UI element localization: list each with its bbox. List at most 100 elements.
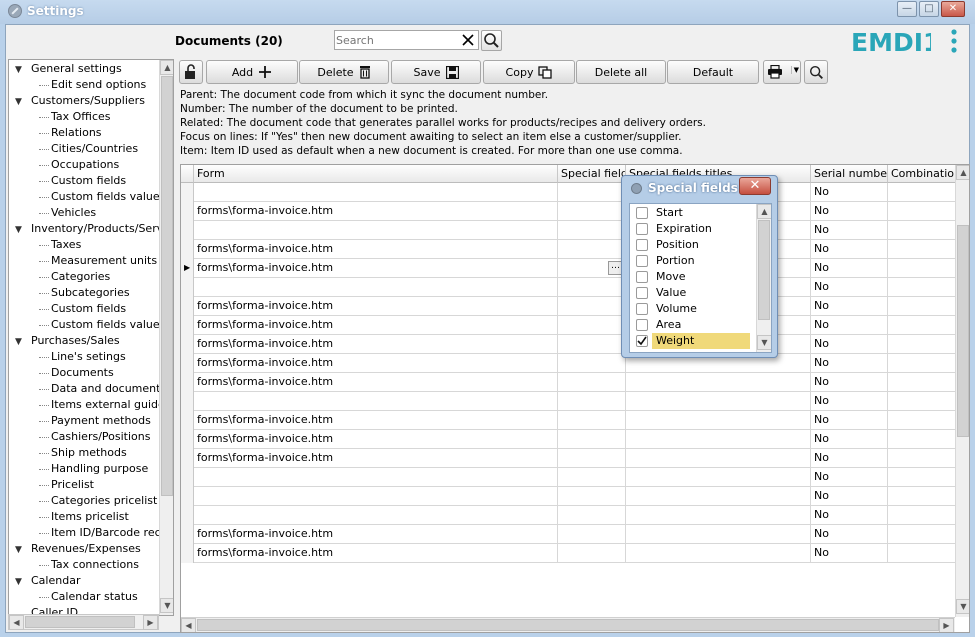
expand-caret-icon[interactable]: ▼ [15,62,22,78]
checkbox-icon[interactable] [636,319,648,331]
table-cell[interactable]: No [811,221,888,240]
table-row[interactable]: forms\forma-invoice.htm No [181,544,956,563]
table-cell[interactable]: forms\forma-invoice.htm [194,373,558,392]
scroll-left-icon[interactable]: ◀ [9,615,24,630]
table-cell[interactable]: forms\forma-invoice.htm [194,544,558,563]
scroll-down-icon[interactable]: ▼ [160,598,173,613]
table-cell[interactable] [558,221,626,240]
table-cell[interactable]: forms\forma-invoice.htm [194,411,558,430]
table-cell[interactable] [888,449,956,468]
popup-scroll-thumb[interactable] [758,220,770,320]
scroll-right-icon[interactable]: ▶ [143,615,158,630]
expand-caret-icon[interactable]: ▼ [15,94,22,110]
row-selector[interactable] [181,316,194,335]
table-cell[interactable] [194,278,558,297]
expand-caret-icon[interactable]: ▼ [15,542,22,558]
row-selector[interactable] [181,392,194,411]
row-selector[interactable] [181,468,194,487]
table-row[interactable]: ▶ forms\forma-invoice.htm… No [181,259,956,278]
table-row[interactable]: No [181,468,956,487]
table-cell[interactable] [888,373,956,392]
table-cell[interactable] [888,430,956,449]
table-cell[interactable] [626,430,811,449]
table-row[interactable]: No [181,392,956,411]
table-cell[interactable] [558,411,626,430]
grid-vertical-scrollbar[interactable]: ▲ ▼ [955,165,969,617]
special-field-option[interactable]: Weight [630,333,755,349]
column-header-form[interactable]: Form [194,165,558,183]
table-cell[interactable] [888,487,956,506]
more-options-icon[interactable] [948,28,960,54]
table-cell[interactable]: No [811,449,888,468]
table-row[interactable]: forms\forma-invoice.htm No [181,354,956,373]
search-button[interactable] [481,30,502,51]
scroll-up-icon[interactable]: ▲ [160,60,173,75]
table-cell[interactable] [888,392,956,411]
grid-horizontal-scrollbar[interactable]: ◀ ▶ [181,617,955,632]
table-cell[interactable]: No [811,468,888,487]
table-cell[interactable] [558,544,626,563]
table-cell[interactable] [888,297,956,316]
table-cell[interactable] [558,468,626,487]
close-window-button[interactable]: ✕ [941,1,965,17]
table-cell[interactable]: forms\forma-invoice.htm [194,354,558,373]
table-cell[interactable]: forms\forma-invoice.htm [194,297,558,316]
expand-caret-icon[interactable]: ▼ [15,222,22,238]
table-cell[interactable]: forms\forma-invoice.htm [194,240,558,259]
grid-hscroll-thumb[interactable] [197,619,939,631]
table-cell[interactable] [558,449,626,468]
table-cell[interactable] [558,525,626,544]
table-cell[interactable] [626,373,811,392]
table-row[interactable]: forms\forma-invoice.htm No [181,373,956,392]
table-cell[interactable] [194,506,558,525]
table-cell[interactable] [626,411,811,430]
tree-hscroll-thumb[interactable] [25,616,135,628]
checkbox-icon[interactable] [636,255,648,267]
row-selector[interactable] [181,335,194,354]
table-cell[interactable] [558,316,626,335]
row-selector[interactable] [181,487,194,506]
table-row[interactable]: No [181,278,956,297]
row-selector[interactable]: ▶ [181,259,194,278]
table-cell[interactable] [626,525,811,544]
special-field-option[interactable]: Volume [630,301,755,317]
table-cell[interactable]: No [811,278,888,297]
chevron-down-icon[interactable]: ▼ [790,66,799,74]
table-cell[interactable] [558,392,626,411]
row-selector[interactable] [181,449,194,468]
table-cell[interactable]: forms\forma-invoice.htm [194,430,558,449]
print-button[interactable]: ▼ [763,60,801,84]
row-selector[interactable] [181,430,194,449]
table-cell[interactable] [558,335,626,354]
table-cell[interactable]: forms\forma-invoice.htm [194,259,558,278]
table-row[interactable]: forms\forma-invoice.htm No [181,525,956,544]
table-cell[interactable] [626,449,811,468]
table-cell[interactable]: No [811,316,888,335]
checkbox-icon[interactable] [636,239,648,251]
checkbox-icon[interactable] [636,207,648,219]
table-cell[interactable] [558,240,626,259]
grid-scroll-up-icon[interactable]: ▲ [956,165,969,180]
grid-scroll-thumb[interactable] [957,225,969,437]
table-cell[interactable] [558,202,626,221]
table-cell[interactable] [888,335,956,354]
table-cell[interactable] [194,487,558,506]
row-selector[interactable] [181,297,194,316]
row-selector[interactable] [181,240,194,259]
table-cell[interactable]: forms\forma-invoice.htm [194,525,558,544]
table-cell[interactable]: No [811,259,888,278]
table-cell[interactable] [626,544,811,563]
find-button[interactable] [804,60,828,84]
table-cell[interactable] [626,468,811,487]
popup-scrollbar[interactable]: ▲ ▼ [756,204,771,352]
tree-horizontal-scrollbar[interactable]: ◀ ▶ [8,614,159,630]
table-cell[interactable] [888,544,956,563]
delete-button[interactable]: Delete [299,60,389,84]
grid-scroll-right-icon[interactable]: ▶ [939,618,954,632]
table-cell[interactable] [626,487,811,506]
save-button[interactable]: Save [391,60,481,84]
table-row[interactable]: forms\forma-invoice.htm No [181,430,956,449]
copy-button[interactable]: Copy [483,60,575,84]
default-button[interactable]: Default [667,60,759,84]
table-cell[interactable] [888,411,956,430]
